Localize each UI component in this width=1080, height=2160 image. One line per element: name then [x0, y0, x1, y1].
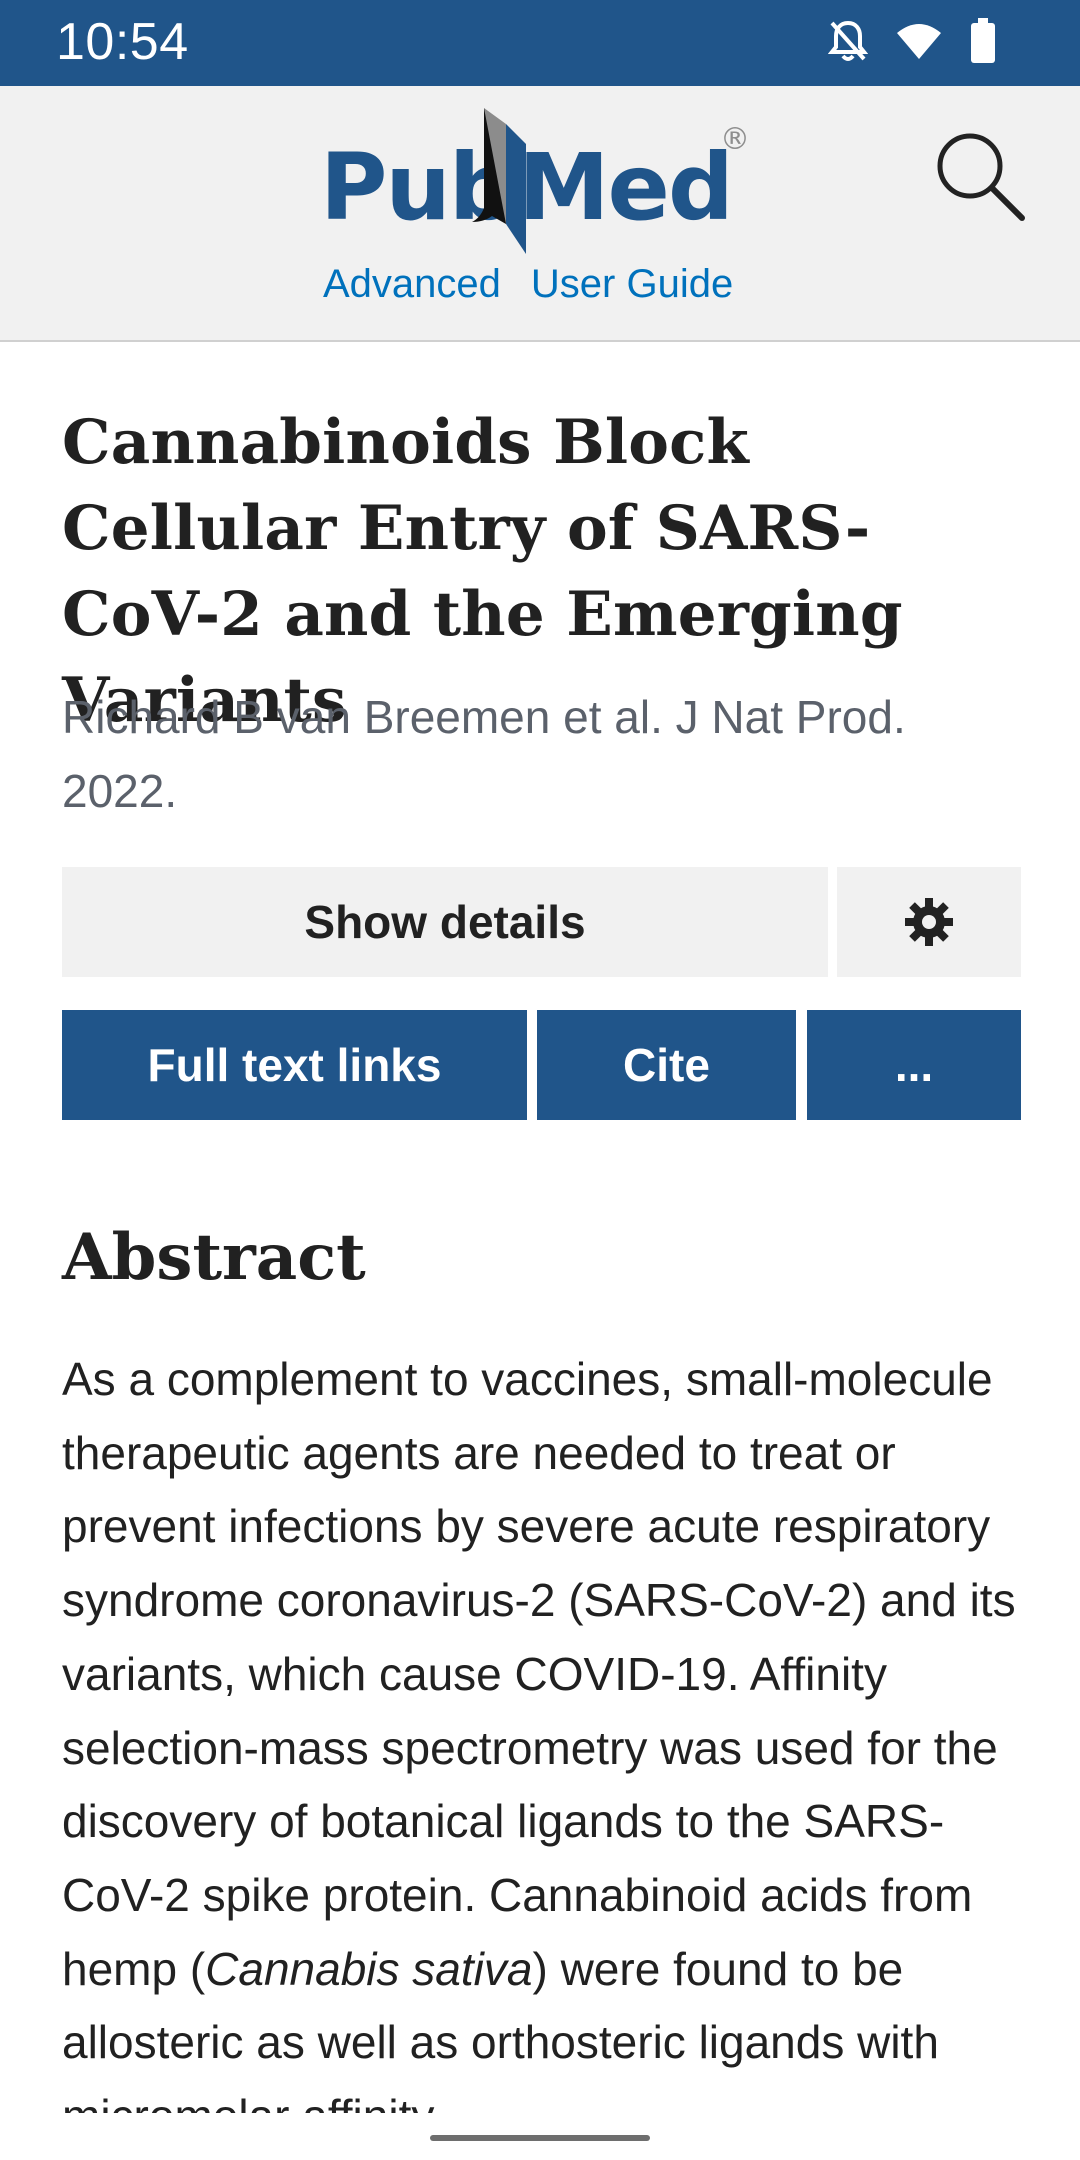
site-header: Pub Med ® Advanced User Guide: [0, 86, 1080, 342]
article-citation: Richard B van Breemen et al. J Nat Prod.…: [62, 691, 906, 817]
logo-text-med: Med: [518, 134, 734, 241]
show-details-button[interactable]: Show details: [62, 867, 828, 977]
gesture-nav-handle[interactable]: [430, 2135, 650, 2141]
pubmed-logo[interactable]: Pub Med ®: [320, 100, 770, 260]
full-text-links-label: Full text links: [147, 1039, 442, 1091]
abstract-species-name: Cannabis sativa: [205, 1942, 533, 1995]
status-time: 10:54: [56, 13, 189, 71]
status-icons: [827, 18, 996, 69]
abstract-heading: Abstract: [62, 1220, 366, 1295]
advanced-search-link[interactable]: Advanced: [323, 262, 501, 307]
abstract-text-part-1: As a complement to vaccines, small-molec…: [62, 1353, 1016, 1995]
show-details-label: Show details: [304, 896, 586, 948]
status-bar: 10:54: [0, 0, 1080, 86]
display-options-button[interactable]: [837, 867, 1021, 977]
header-links: Advanced User Guide: [323, 262, 733, 307]
gear-icon: [905, 898, 953, 946]
registered-mark: ®: [720, 122, 750, 157]
cite-label: Cite: [623, 1039, 710, 1091]
cite-button[interactable]: Cite: [537, 1010, 796, 1120]
more-label: ...: [894, 1039, 934, 1091]
abstract-text: As a complement to vaccines, small-molec…: [62, 1343, 1022, 2113]
user-guide-link[interactable]: User Guide: [531, 262, 733, 307]
full-text-links-button[interactable]: Full text links: [62, 1010, 527, 1120]
battery-icon: [970, 18, 996, 69]
search-button[interactable]: [930, 126, 1030, 226]
notifications-off-icon: [827, 19, 869, 68]
wifi-icon: [896, 21, 942, 66]
search-icon: [937, 133, 1025, 221]
more-actions-button[interactable]: ...: [807, 1010, 1021, 1120]
